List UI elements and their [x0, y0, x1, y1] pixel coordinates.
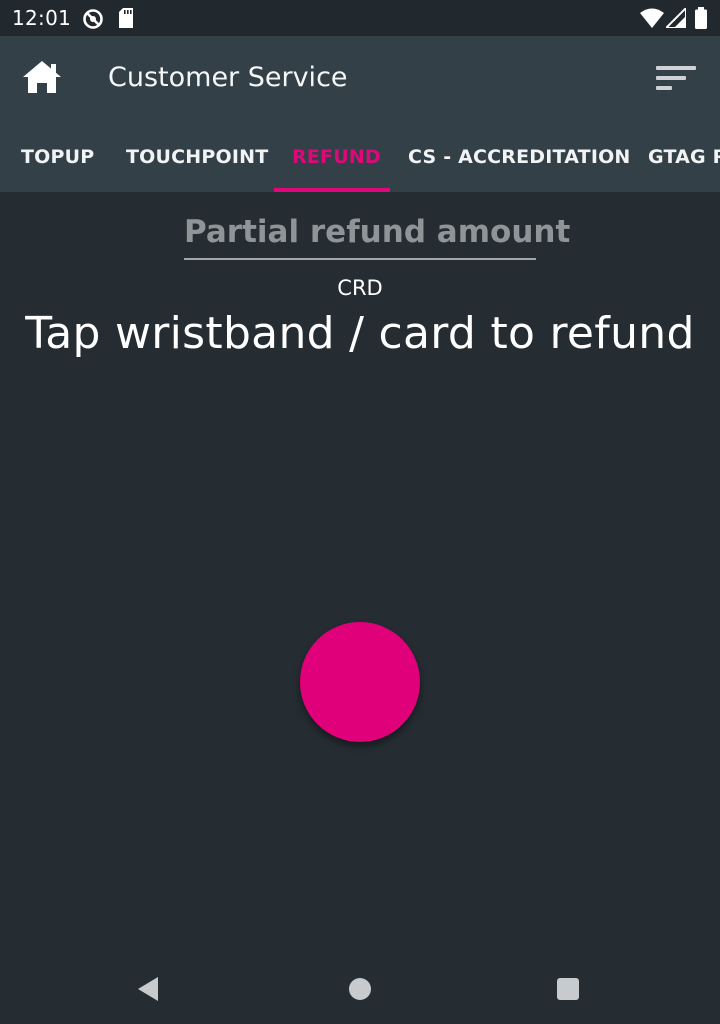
tab-refund[interactable]: REFUND	[292, 122, 381, 192]
filter-sort-icon	[656, 66, 696, 90]
app-bar: Customer Service	[0, 36, 720, 122]
tab-topup[interactable]: TOPUP	[21, 122, 94, 192]
cell-signal-icon	[663, 5, 687, 32]
tab-touchpoint[interactable]: TOUCHPOINT	[126, 122, 268, 192]
nav-home-button[interactable]	[349, 978, 371, 1000]
home-button[interactable]	[20, 58, 64, 98]
app-title: Customer Service	[108, 62, 348, 93]
status-time: 12:01	[12, 6, 72, 30]
nav-recents-button[interactable]	[557, 978, 579, 1000]
tap-instruction: Tap wristband / card to refund	[25, 308, 695, 359]
status-bar: 12:01	[0, 0, 720, 36]
tab-gtag[interactable]: GTAG R	[648, 122, 720, 192]
tab-cs-accreditation[interactable]: CS - ACCREDITATION	[408, 122, 631, 192]
currency-label: CRD	[337, 276, 383, 300]
nav-back-button[interactable]	[136, 976, 162, 1002]
filter-menu-button[interactable]	[656, 64, 698, 94]
amount-placeholder: Partial refund amount	[184, 214, 571, 250]
do-not-disturb-icon	[82, 8, 104, 34]
wifi-icon	[640, 8, 664, 32]
refund-screen: 12:01 Customer Service TOPUP TOUCHPOINT …	[0, 0, 720, 1024]
sd-card-icon	[118, 8, 134, 32]
partial-refund-amount-input[interactable]: Partial refund amount	[184, 208, 571, 260]
tab-bar: TOPUP TOUCHPOINT REFUND CS - ACCREDITATI…	[0, 122, 720, 192]
active-tab-indicator	[274, 188, 390, 192]
system-nav-bar	[0, 952, 720, 1024]
home-icon	[23, 61, 61, 93]
nfc-tap-indicator	[300, 622, 420, 742]
battery-icon	[694, 7, 708, 33]
back-icon	[138, 977, 158, 1001]
